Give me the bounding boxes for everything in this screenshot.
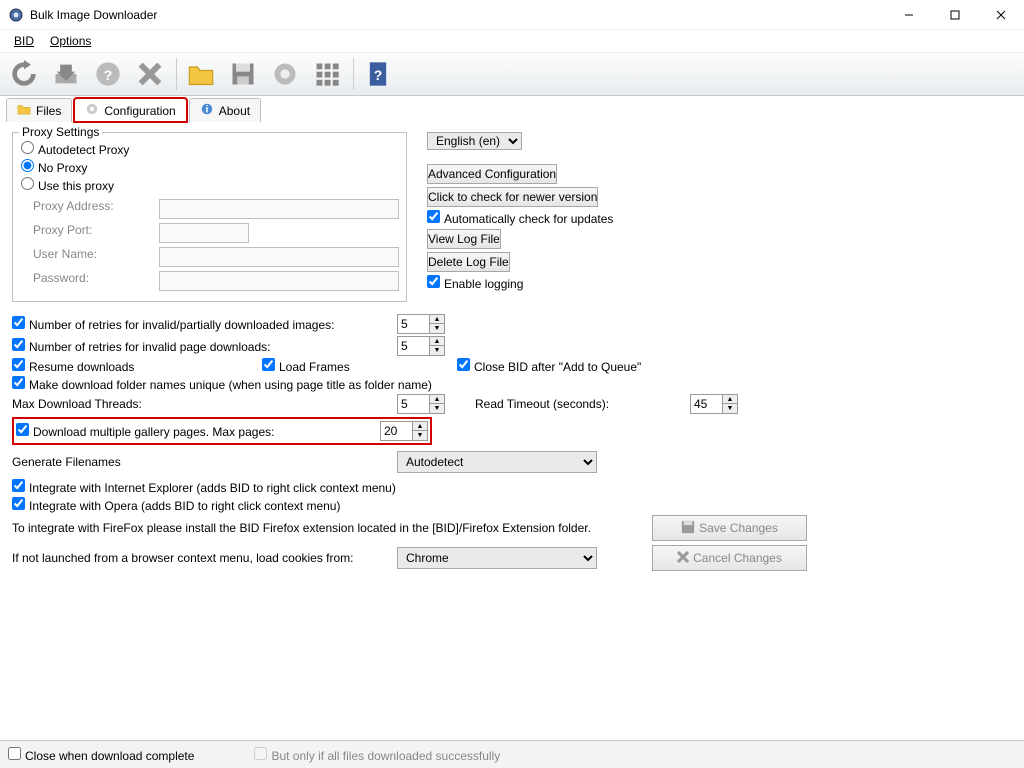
save-button-toolbar[interactable] <box>223 56 263 92</box>
integrate-ie-checkbox[interactable]: Integrate with Internet Explorer (adds B… <box>12 479 396 495</box>
tab-label: About <box>219 104 250 118</box>
proxy-user-label: User Name: <box>33 247 153 267</box>
info-button[interactable]: ? <box>358 56 398 92</box>
download-button[interactable] <box>46 56 86 92</box>
language-select[interactable]: English (en) <box>427 132 522 150</box>
tab-strip: Files Configuration i About <box>0 96 1024 122</box>
check-version-button[interactable]: Click to check for newer version <box>427 187 598 207</box>
threads-label: Max Download Threads: <box>12 397 397 411</box>
cookies-select[interactable]: Chrome <box>397 547 597 569</box>
enable-logging-checkbox[interactable]: Enable logging <box>427 275 523 291</box>
proxy-user-input[interactable] <box>159 247 399 267</box>
minimize-button[interactable] <box>886 0 932 30</box>
cookies-label: If not launched from a browser context m… <box>12 551 397 565</box>
retries-images-checkbox[interactable]: Number of retries for invalid/partially … <box>12 316 397 332</box>
group-legend: Proxy Settings <box>19 125 102 139</box>
help-button[interactable]: ? <box>88 56 128 92</box>
read-timeout-label: Read Timeout (seconds): <box>475 397 690 411</box>
menu-bid[interactable]: BID <box>6 32 42 50</box>
proxy-pass-input[interactable] <box>159 271 399 291</box>
grid-button[interactable] <box>307 56 347 92</box>
toolbar-separator <box>176 58 177 90</box>
svg-text:?: ? <box>104 67 113 83</box>
radio-autodetect-proxy[interactable]: Autodetect Proxy <box>21 141 129 157</box>
toolbar: ? ? <box>0 52 1024 96</box>
right-column: English (en) Advanced Configuration Clic… <box>427 132 723 293</box>
generate-filenames-select[interactable]: Autodetect <box>397 451 597 473</box>
svg-text:i: i <box>205 104 208 116</box>
integrate-opera-checkbox[interactable]: Integrate with Opera (adds BID to right … <box>12 497 340 513</box>
radio-no-proxy[interactable]: No Proxy <box>21 159 87 175</box>
cancel-icon <box>677 551 689 566</box>
multi-gallery-checkbox[interactable]: Download multiple gallery pages. Max pag… <box>16 423 380 439</box>
info-icon: i <box>200 102 214 119</box>
proxy-address-input[interactable] <box>159 199 399 219</box>
folder-icon <box>17 102 31 119</box>
refresh-button[interactable] <box>4 56 44 92</box>
open-folder-button[interactable] <box>181 56 221 92</box>
tab-about[interactable]: i About <box>189 98 261 122</box>
unique-folder-checkbox[interactable]: Make download folder names unique (when … <box>12 376 432 392</box>
tab-label: Files <box>36 104 61 118</box>
window-title: Bulk Image Downloader <box>30 8 886 22</box>
config-panel: Proxy Settings Autodetect Proxy No Proxy… <box>0 122 1024 740</box>
close-bid-checkbox[interactable]: Close BID after "Add to Queue" <box>457 358 641 374</box>
read-timeout-spinner[interactable]: ▲▼ <box>690 394 738 414</box>
tab-files[interactable]: Files <box>6 98 72 122</box>
status-bar: Close when download complete But only if… <box>0 740 1024 768</box>
radio-use-proxy[interactable]: Use this proxy <box>21 177 114 193</box>
max-pages-spinner[interactable]: ▲▼ <box>380 421 428 441</box>
title-bar: Bulk Image Downloader <box>0 0 1024 30</box>
gear-icon <box>85 102 99 119</box>
proxy-port-label: Proxy Port: <box>33 223 153 243</box>
proxy-pass-label: Password: <box>33 271 153 291</box>
cancel-button-toolbar[interactable] <box>130 56 170 92</box>
menu-bar: BID Options <box>0 30 1024 52</box>
retries-images-spinner[interactable]: ▲▼ <box>397 314 445 334</box>
threads-spinner[interactable]: ▲▼ <box>397 394 445 414</box>
menu-options[interactable]: Options <box>42 32 99 50</box>
auto-update-checkbox[interactable]: Automatically check for updates <box>427 210 613 226</box>
tab-label: Configuration <box>104 104 175 118</box>
retries-page-checkbox[interactable]: Number of retries for invalid page downl… <box>12 338 397 354</box>
view-log-button[interactable]: View Log File <box>427 229 501 249</box>
svg-text:?: ? <box>374 67 383 83</box>
close-on-complete-checkbox[interactable]: Close when download complete <box>8 747 194 763</box>
settings-button[interactable] <box>265 56 305 92</box>
resume-checkbox[interactable]: Resume downloads <box>12 358 262 374</box>
toolbar-separator <box>353 58 354 90</box>
close-button[interactable] <box>978 0 1024 30</box>
maximize-button[interactable] <box>932 0 978 30</box>
advanced-config-button[interactable]: Advanced Configuration <box>427 164 557 184</box>
firefox-note: To integrate with FireFox please install… <box>12 521 652 535</box>
save-icon <box>681 520 695 537</box>
generate-filenames-label: Generate Filenames <box>12 455 397 469</box>
delete-log-button[interactable]: Delete Log File <box>427 252 510 272</box>
proxy-address-label: Proxy Address: <box>33 199 153 219</box>
but-only-checkbox: But only if all files downloaded success… <box>254 747 500 763</box>
cancel-changes-button[interactable]: Cancel Changes <box>652 545 807 571</box>
load-frames-checkbox[interactable]: Load Frames <box>262 358 457 374</box>
proxy-settings-group: Proxy Settings Autodetect Proxy No Proxy… <box>12 132 407 302</box>
app-icon <box>8 7 24 23</box>
retries-page-spinner[interactable]: ▲▼ <box>397 336 445 356</box>
save-changes-button[interactable]: Save Changes <box>652 515 807 541</box>
proxy-port-input[interactable] <box>159 223 249 243</box>
tab-configuration[interactable]: Configuration <box>74 98 186 122</box>
